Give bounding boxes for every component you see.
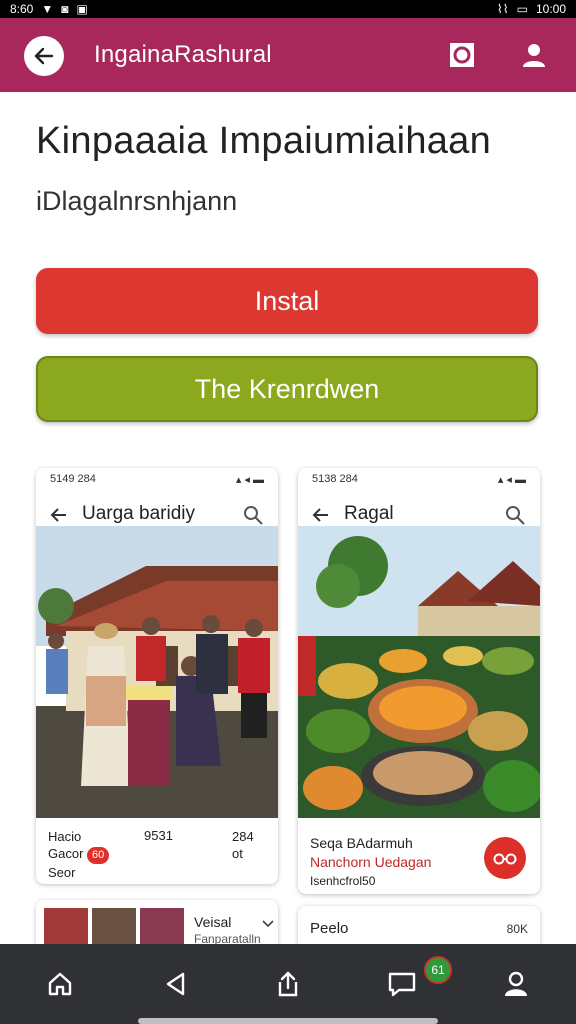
profile-button[interactable]	[518, 39, 550, 71]
card-status-icons: ▴ ◂ ▬	[235, 473, 264, 486]
card-foot-badge: 60	[87, 847, 110, 864]
nav-home[interactable]	[38, 962, 82, 1006]
card-status-time: 5138 284	[312, 473, 358, 485]
card-foot-col3-value: 284	[232, 829, 254, 844]
profile-icon	[505, 971, 527, 996]
app-title: IngainaRashural	[94, 41, 272, 68]
app-notification-icon: ◙	[61, 2, 69, 16]
back-button[interactable]	[24, 36, 64, 76]
wifi-icon: ⌇⌇	[496, 2, 509, 16]
card-foot-label: Hacio	[48, 829, 82, 844]
card-foot-sub: Gacor 60	[48, 845, 128, 864]
village-photo	[36, 526, 278, 818]
home-icon	[48, 972, 72, 996]
card-foot-line1: Seqa BAdarmuh	[310, 835, 413, 851]
glasses-fab[interactable]	[484, 837, 526, 879]
card-title: Uarga baridiy	[82, 503, 195, 524]
card-foot-col3-badge: ot	[232, 846, 243, 861]
app-bar: IngainaRashural	[0, 18, 576, 92]
page-subtitle: iDlagalnrsnhjann	[36, 186, 238, 216]
partial-card-title: Peelo	[310, 920, 349, 937]
card-title: Ragal	[344, 503, 394, 524]
partial-card-title: Veisal	[194, 914, 232, 930]
chat-icon	[388, 972, 416, 997]
card-foot-text: Seqa BAdarmuh Nanchorn Uedagan Isenhcfro…	[310, 834, 480, 891]
back-arrow-icon	[34, 47, 54, 65]
lock-icon: ▣	[76, 2, 88, 16]
glasses-icon	[493, 853, 517, 865]
back-arrow-icon[interactable]	[310, 504, 332, 526]
card-status-time: 5149 284	[50, 473, 96, 485]
chat-notification-badge: 61	[424, 956, 452, 984]
thumbnail-2	[92, 908, 136, 948]
user-icon	[523, 44, 545, 67]
status-time: 8:60	[10, 2, 34, 16]
card-foot-line2: Nanchorn Uedagan	[310, 854, 432, 870]
battery-icon: ▭	[516, 2, 528, 16]
screenshot-card-2[interactable]: 5138 284 ▴ ◂ ▬ Ragal Seqa BAdarmuh Nanch…	[298, 468, 540, 894]
partial-card-value: 80K	[506, 922, 528, 936]
page-title: Kinpaaaia Impaiumiaihaan	[36, 120, 492, 162]
card-status-bar: 5149 284 ▴ ◂ ▬	[36, 468, 278, 490]
thumbnail-3	[140, 908, 184, 948]
back-arrow-icon[interactable]	[48, 504, 70, 526]
install-button[interactable]: Instal	[36, 268, 538, 334]
nav-chat[interactable]	[380, 962, 424, 1006]
nav-profile[interactable]	[494, 962, 538, 1006]
nav-back[interactable]	[154, 962, 198, 1006]
square-button[interactable]	[446, 39, 478, 71]
square-icon	[450, 43, 474, 67]
card-status-bar: 5138 284 ▴ ◂ ▬	[298, 468, 540, 490]
back-triangle-icon	[166, 972, 185, 996]
status-bar: 8:60 ▼ ◙ ▣ ⌇⌇ ▭ 10:00	[0, 0, 576, 18]
food-photo	[298, 526, 540, 818]
status-right-time: 10:00	[535, 2, 566, 16]
screenshot-card-1[interactable]: 5149 284 ▴ ◂ ▬ Uarga baridiy Hacio Gacor…	[36, 468, 278, 884]
card-foot-col2: 9531	[144, 828, 173, 843]
bottom-navigation-bar	[0, 944, 576, 1024]
search-icon[interactable]	[242, 504, 264, 526]
signal-icon: ▼	[41, 2, 54, 16]
search-icon[interactable]	[504, 504, 526, 526]
card-foot-line3: Isenhcfrol50	[310, 874, 376, 888]
card-foot-note: Seor	[48, 865, 76, 880]
card-foot-col3: 284 ot	[232, 828, 276, 862]
card-foot-col1: Hacio Gacor 60 Seor	[48, 828, 128, 881]
share-icon	[278, 971, 298, 997]
chevron-down-icon[interactable]	[262, 920, 274, 928]
home-indicator[interactable]	[138, 1018, 438, 1024]
secondary-button[interactable]: The Krenrdwen	[36, 356, 538, 422]
card-status-icons: ▴ ◂ ▬	[497, 473, 526, 486]
nav-share[interactable]	[266, 962, 310, 1006]
card-foot-sub-text: Gacor	[48, 846, 84, 861]
thumbnail-1	[44, 908, 88, 948]
